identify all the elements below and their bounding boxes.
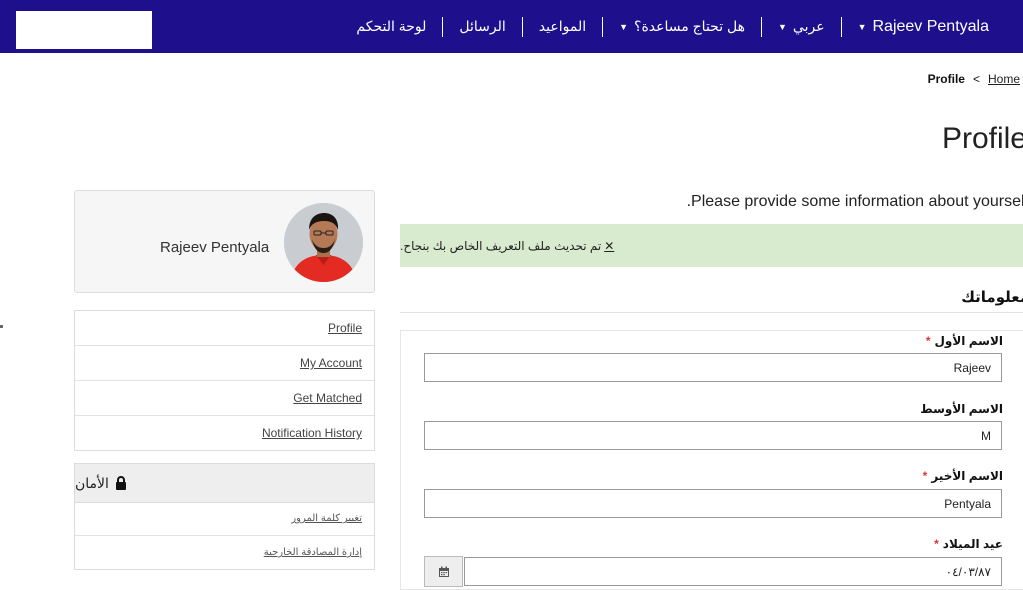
- account-menu: Profile My Account Get Matched Notificat…: [74, 310, 375, 451]
- menu-item-notification-history[interactable]: Notification History: [75, 416, 374, 450]
- first-name-label: الاسم الأول*: [926, 334, 1003, 348]
- edge-marker: [0, 325, 3, 328]
- nav-divider: [760, 16, 762, 37]
- help-menu[interactable]: هل تحتاج مساعدة؟ ▼: [619, 18, 745, 35]
- last-name-label-text: الاسم الأخير: [931, 469, 1003, 483]
- chevron-down-icon: ▼: [619, 21, 629, 32]
- profile-name: Rajeev Pentyala: [160, 239, 270, 256]
- close-icon[interactable]: ✕: [604, 239, 614, 253]
- first-name-input[interactable]: [424, 353, 1002, 382]
- page-title: Profile: [941, 122, 1023, 155]
- menu-item-my-account[interactable]: My Account: [75, 346, 374, 381]
- user-menu[interactable]: Rajeev Pentyala ▼: [858, 18, 989, 36]
- section-title: معلوماتك: [961, 289, 1023, 306]
- calendar-button[interactable]: [424, 556, 463, 587]
- language-menu[interactable]: عربي ▼: [778, 18, 825, 35]
- avatar: [284, 203, 363, 282]
- calendar-icon: [438, 566, 449, 577]
- required-mark: *: [934, 537, 939, 551]
- messages-label: الرسائل: [459, 18, 506, 34]
- logo-placeholder[interactable]: [16, 11, 152, 49]
- last-name-input[interactable]: [424, 489, 1002, 518]
- help-label: هل تحتاج مساعدة؟: [634, 18, 745, 34]
- nav-appointments[interactable]: المواعيد: [539, 18, 586, 35]
- menu-item-get-matched[interactable]: Get Matched: [75, 381, 374, 416]
- required-mark: *: [925, 334, 931, 348]
- menu-item-profile[interactable]: Profile: [75, 311, 374, 346]
- profile-card: Rajeev Pentyala: [74, 190, 375, 293]
- section-divider: [400, 312, 1023, 313]
- middle-name-label: الاسم الأوسط: [920, 402, 1003, 416]
- nav-divider: [442, 16, 444, 37]
- dashboard-label: لوحة التحكم: [356, 18, 427, 34]
- nav-menu: Rajeev Pentyala ▼ عربي ▼ هل تحتاج مساعدة…: [356, 0, 989, 53]
- breadcrumb-current: Profile: [927, 72, 965, 86]
- alert-message: تم تحديث ملف التعريف الخاص بك بنجاح.: [400, 238, 602, 253]
- birthday-label-text: عيد الميلاد: [942, 537, 1003, 551]
- menu-link-my-account[interactable]: My Account: [300, 356, 362, 370]
- menu-item-change-password[interactable]: تغيير كلمة المرور: [75, 502, 374, 536]
- security-title: الأمان: [75, 474, 109, 491]
- last-name-label: الاسم الأخير*: [923, 469, 1003, 483]
- nav-divider: [521, 16, 523, 37]
- external-auth-link[interactable]: إدارة المصادقة الخارجية: [264, 547, 362, 558]
- menu-item-external-auth[interactable]: إدارة المصادقة الخارجية: [75, 536, 374, 569]
- menu-link-get-matched[interactable]: Get Matched: [293, 391, 362, 405]
- nav-divider: [602, 16, 604, 37]
- user-name: Rajeev Pentyala: [872, 17, 989, 35]
- lock-icon: [115, 476, 126, 490]
- top-navbar: Rajeev Pentyala ▼ عربي ▼ هل تحتاج مساعدة…: [0, 0, 1023, 53]
- menu-link-profile[interactable]: Profile: [328, 321, 362, 335]
- chevron-down-icon: ▼: [857, 21, 867, 32]
- birthday-input[interactable]: [464, 557, 1002, 586]
- breadcrumb-home-link[interactable]: Home: [988, 72, 1020, 86]
- security-header: الأمان: [74, 463, 375, 503]
- avatar-photo: [284, 203, 363, 282]
- security-menu: تغيير كلمة المرور إدارة المصادقة الخارجي…: [74, 502, 375, 570]
- required-mark: *: [922, 469, 928, 483]
- middle-name-input[interactable]: [424, 421, 1002, 450]
- success-alert: ✕ تم تحديث ملف التعريف الخاص بك بنجاح.: [400, 224, 1023, 267]
- nav-divider: [840, 16, 842, 37]
- breadcrumb-separator: <: [972, 72, 980, 86]
- menu-link-notification-history[interactable]: Notification History: [262, 426, 362, 440]
- breadcrumb: Profile < Home: [928, 72, 1020, 86]
- language-label: عربي: [792, 18, 825, 34]
- appointments-label: المواعيد: [538, 18, 587, 34]
- intro-text: .Please provide some information about y…: [686, 193, 1023, 210]
- nav-messages[interactable]: الرسائل: [459, 18, 505, 35]
- change-password-link[interactable]: تغيير كلمة المرور: [291, 513, 362, 524]
- first-name-label-text: الاسم الأول: [934, 334, 1003, 348]
- birthday-label: عيد الميلاد*: [934, 537, 1003, 551]
- chevron-down-icon: ▼: [777, 21, 787, 32]
- nav-dashboard[interactable]: لوحة التحكم: [356, 18, 426, 35]
